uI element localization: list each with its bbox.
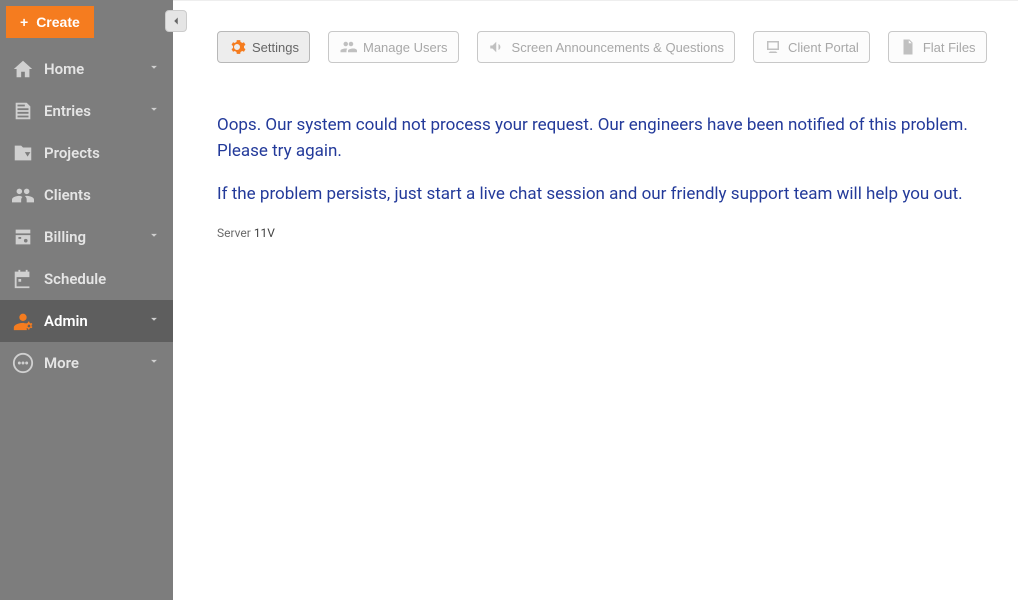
tab-announcements[interactable]: Screen Announcements & Questions xyxy=(477,31,735,63)
clients-icon xyxy=(12,184,34,206)
sidebar-item-label: Schedule xyxy=(44,270,106,288)
tab-settings[interactable]: Settings xyxy=(217,31,310,63)
sidebar-item-projects[interactable]: Projects xyxy=(0,132,173,174)
server-value: 11V xyxy=(254,226,275,240)
tab-label: Settings xyxy=(252,40,299,55)
sidebar: + Create Home Entries Projects xyxy=(0,0,173,600)
server-label: Server xyxy=(217,226,251,240)
chevron-down-icon xyxy=(147,312,161,330)
sidebar-item-label: Clients xyxy=(44,186,91,204)
sidebar-item-entries[interactable]: Entries xyxy=(0,90,173,132)
chevron-down-icon xyxy=(147,228,161,246)
more-icon xyxy=(12,352,34,374)
sidebar-item-label: Entries xyxy=(44,102,91,120)
projects-icon xyxy=(12,142,34,164)
sidebar-item-admin[interactable]: Admin xyxy=(0,300,173,342)
sidebar-item-label: Projects xyxy=(44,144,100,162)
megaphone-icon xyxy=(488,38,506,56)
main-content: Settings Manage Users Screen Announcemen… xyxy=(173,0,1018,600)
admin-tabs: Settings Manage Users Screen Announcemen… xyxy=(173,1,1018,73)
tab-label: Manage Users xyxy=(363,40,448,55)
create-button-label: Create xyxy=(36,14,80,30)
content-area: Oops. Our system could not process your … xyxy=(173,73,1018,240)
sidebar-item-label: Billing xyxy=(44,228,86,246)
create-button[interactable]: + Create xyxy=(6,6,94,38)
tab-label: Client Portal xyxy=(788,40,859,55)
sidebar-item-more[interactable]: More xyxy=(0,342,173,384)
chevron-down-icon xyxy=(147,102,161,120)
chevron-down-icon xyxy=(147,354,161,372)
error-message-2: If the problem persists, just start a li… xyxy=(217,182,1000,208)
chevron-down-icon xyxy=(147,60,161,78)
portal-icon xyxy=(764,38,782,56)
sidebar-item-label: More xyxy=(44,354,79,372)
sidebar-item-clients[interactable]: Clients xyxy=(0,174,173,216)
tab-client-portal[interactable]: Client Portal xyxy=(753,31,870,63)
tab-flat-files[interactable]: Flat Files xyxy=(888,31,987,63)
tab-label: Flat Files xyxy=(923,40,976,55)
sidebar-item-label: Admin xyxy=(44,312,88,330)
entries-icon xyxy=(12,100,34,122)
sidebar-nav: Home Entries Projects Clients xyxy=(0,48,173,384)
file-icon xyxy=(899,38,917,56)
sidebar-item-billing[interactable]: Billing xyxy=(0,216,173,258)
tab-label: Screen Announcements & Questions xyxy=(512,40,724,55)
server-info: Server 11V xyxy=(217,226,1000,240)
sidebar-item-label: Home xyxy=(44,60,84,78)
admin-icon xyxy=(12,310,34,332)
tab-manage-users[interactable]: Manage Users xyxy=(328,31,459,63)
home-icon xyxy=(12,58,34,80)
error-message-1: Oops. Our system could not process your … xyxy=(217,113,1000,164)
schedule-icon xyxy=(12,268,34,290)
sidebar-item-home[interactable]: Home xyxy=(0,48,173,90)
users-icon xyxy=(339,38,357,56)
sidebar-collapse-button[interactable] xyxy=(165,10,187,32)
gear-icon xyxy=(228,38,246,56)
billing-icon xyxy=(12,226,34,248)
plus-icon: + xyxy=(20,15,28,29)
sidebar-item-schedule[interactable]: Schedule xyxy=(0,258,173,300)
